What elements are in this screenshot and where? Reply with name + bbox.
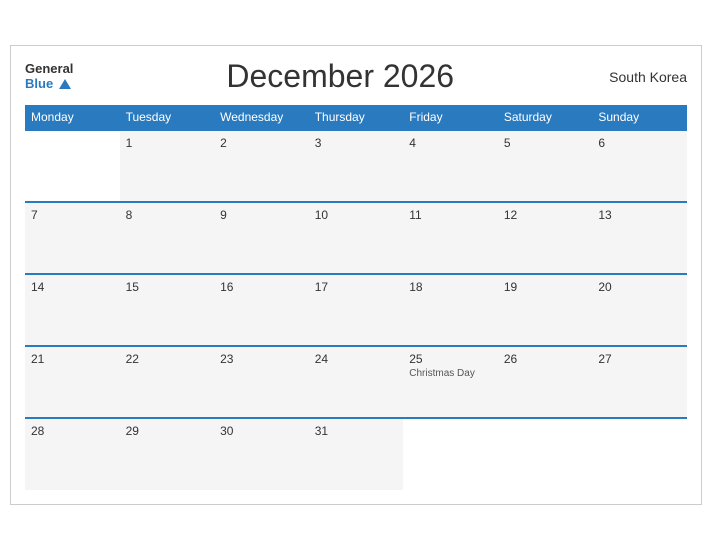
- calendar-cell: 14: [25, 274, 120, 346]
- weekday-header-sunday: Sunday: [592, 105, 687, 130]
- day-number: 21: [31, 352, 44, 366]
- calendar-cell: 4: [403, 130, 498, 202]
- calendar-cell: 24: [309, 346, 404, 418]
- calendar-cell: 28: [25, 418, 120, 490]
- calendar-cell: 31: [309, 418, 404, 490]
- calendar-cell: 25 Christmas Day: [403, 346, 498, 418]
- calendar-cell: 19: [498, 274, 593, 346]
- weekday-header-saturday: Saturday: [498, 105, 593, 130]
- logo-flag-icon: [59, 79, 71, 89]
- calendar-cell: 22: [120, 346, 215, 418]
- calendar-cell: 26: [498, 346, 593, 418]
- day-number: 5: [504, 136, 511, 150]
- day-number: 29: [126, 424, 139, 438]
- logo-top: General: [25, 62, 73, 76]
- weekday-header-wednesday: Wednesday: [214, 105, 309, 130]
- calendar-cell: 16: [214, 274, 309, 346]
- calendar-cell: 27: [592, 346, 687, 418]
- calendar-cell: 20: [592, 274, 687, 346]
- day-number: 2: [220, 136, 227, 150]
- calendar-cell: 12: [498, 202, 593, 274]
- day-number: 12: [504, 208, 517, 222]
- calendar-cell: 17: [309, 274, 404, 346]
- calendar-cell: 10: [309, 202, 404, 274]
- day-number: 4: [409, 136, 416, 150]
- calendar-region: South Korea: [607, 69, 687, 85]
- day-number: 7: [31, 208, 38, 222]
- calendar-cell: 1: [120, 130, 215, 202]
- calendar-cell: 3: [309, 130, 404, 202]
- day-number: 13: [598, 208, 611, 222]
- day-number: 8: [126, 208, 133, 222]
- calendar-cell: 11: [403, 202, 498, 274]
- calendar-cell: 8: [120, 202, 215, 274]
- logo: General Blue: [25, 62, 73, 91]
- week-row-2: 7 8 9 10 11 12 13: [25, 202, 687, 274]
- day-number: 30: [220, 424, 233, 438]
- week-row-4: 21 22 23 24 25 Christmas Day 26 27: [25, 346, 687, 418]
- day-number: 20: [598, 280, 611, 294]
- calendar-cell: 6: [592, 130, 687, 202]
- weekday-header-monday: Monday: [25, 105, 120, 130]
- calendar-cell: 5: [498, 130, 593, 202]
- day-number: 26: [504, 352, 517, 366]
- calendar-cell: [25, 130, 120, 202]
- calendar-cell: 9: [214, 202, 309, 274]
- calendar-cell: 13: [592, 202, 687, 274]
- calendar-header: General Blue December 2026 South Korea: [25, 58, 687, 95]
- week-row-1: 1 2 3 4 5 6: [25, 130, 687, 202]
- weekday-header-row: MondayTuesdayWednesdayThursdayFridaySatu…: [25, 105, 687, 130]
- day-number: 17: [315, 280, 328, 294]
- weekday-header-thursday: Thursday: [309, 105, 404, 130]
- week-row-3: 14 15 16 17 18 19 20: [25, 274, 687, 346]
- calendar-cell: [592, 418, 687, 490]
- calendar-cell: 21: [25, 346, 120, 418]
- day-number: 16: [220, 280, 233, 294]
- day-number: 3: [315, 136, 322, 150]
- day-number: 1: [126, 136, 133, 150]
- calendar-cell: 2: [214, 130, 309, 202]
- logo-bottom: Blue: [25, 77, 71, 91]
- calendar-title: December 2026: [73, 58, 607, 95]
- holiday-name: Christmas Day: [409, 368, 492, 379]
- day-number: 15: [126, 280, 139, 294]
- day-number: 28: [31, 424, 44, 438]
- day-number: 18: [409, 280, 422, 294]
- calendar-cell: 29: [120, 418, 215, 490]
- day-number: 11: [409, 208, 421, 222]
- day-number: 31: [315, 424, 328, 438]
- calendar-cell: 23: [214, 346, 309, 418]
- weekday-header-tuesday: Tuesday: [120, 105, 215, 130]
- day-number: 10: [315, 208, 328, 222]
- day-number: 6: [598, 136, 605, 150]
- day-number: 19: [504, 280, 517, 294]
- calendar-container: General Blue December 2026 South Korea M…: [10, 45, 702, 505]
- day-number: 24: [315, 352, 328, 366]
- calendar-cell: [498, 418, 593, 490]
- calendar-cell: 7: [25, 202, 120, 274]
- day-number: 9: [220, 208, 227, 222]
- day-number: 27: [598, 352, 611, 366]
- calendar-cell: [403, 418, 498, 490]
- weekday-header-friday: Friday: [403, 105, 498, 130]
- day-number: 14: [31, 280, 44, 294]
- calendar-cell: 30: [214, 418, 309, 490]
- calendar-cell: 18: [403, 274, 498, 346]
- day-number: 22: [126, 352, 139, 366]
- day-number: 23: [220, 352, 233, 366]
- calendar-cell: 15: [120, 274, 215, 346]
- week-row-5: 28 29 30 31: [25, 418, 687, 490]
- calendar-grid: MondayTuesdayWednesdayThursdayFridaySatu…: [25, 105, 687, 490]
- day-number: 25: [409, 352, 422, 366]
